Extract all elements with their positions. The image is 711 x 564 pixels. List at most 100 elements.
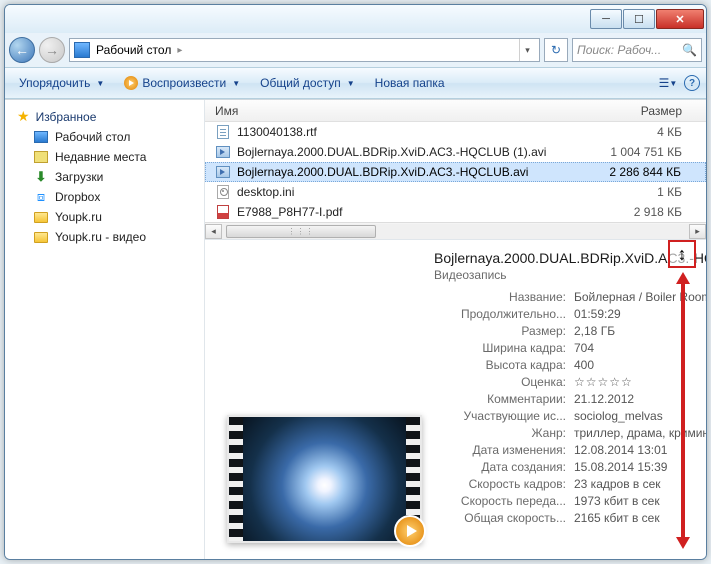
metadata-key: Размер:	[434, 324, 574, 338]
play-button[interactable]: Воспроизвести▼	[116, 71, 248, 95]
metadata-row: Высота кадра:400	[434, 356, 706, 373]
metadata-row: Оценка:☆☆☆☆☆	[434, 373, 706, 390]
nav-row: ← → Рабочий стол ▸ ▾ ↻ Поиск: Рабоч... 🔍	[5, 33, 706, 67]
main-pane: Имя Размер 1130040138.rtf 4 КБ Bojlernay…	[205, 100, 706, 559]
desktop-icon	[34, 131, 48, 143]
file-row[interactable]: 1130040138.rtf 4 КБ	[205, 122, 706, 142]
metadata-row: Участвующие ис...sociolog_melvas	[434, 407, 706, 424]
address-dropdown[interactable]: ▾	[519, 39, 535, 61]
details-type: Видеозапись	[434, 268, 706, 282]
metadata-key: Скорость кадров:	[434, 477, 574, 491]
sidebar-item-recent[interactable]: Недавние места	[5, 147, 204, 167]
view-options-button[interactable]: ☰ ▼	[656, 71, 680, 95]
metadata-key: Жанр:	[434, 426, 574, 440]
metadata-key: Название:	[434, 290, 574, 304]
forward-button[interactable]: →	[39, 37, 65, 63]
metadata-value[interactable]: 1973 кбит в сек	[574, 494, 660, 508]
metadata-key: Оценка:	[434, 375, 574, 389]
minimize-button[interactable]: ─	[590, 9, 622, 29]
metadata-value[interactable]: 23 кадров в сек	[574, 477, 661, 491]
file-row[interactable]: E7988_P8H77-I.pdf 2 918 КБ	[205, 202, 706, 222]
metadata-key: Дата изменения:	[434, 443, 574, 457]
maximize-button[interactable]: ☐	[623, 9, 655, 29]
sidebar: ★ Избранное Рабочий стол Недавние места …	[5, 100, 205, 559]
column-headers: Имя Размер	[205, 100, 706, 122]
refresh-button[interactable]: ↻	[544, 38, 568, 62]
file-row[interactable]: desktop.ini 1 КБ	[205, 182, 706, 202]
video-frame	[243, 417, 406, 541]
metadata-row: Жанр:триллер, драма, криминал	[434, 424, 706, 441]
help-button[interactable]: ?	[684, 75, 700, 91]
titlebar: ─ ☐ ✕	[5, 5, 706, 33]
details-title: Bojlernaya.2000.DUAL.BDRip.XviD.AC3.-HQC…	[434, 250, 706, 266]
sidebar-item-dropbox[interactable]: Dropbox	[5, 187, 204, 207]
metadata-value[interactable]: 704	[574, 341, 594, 355]
metadata-value[interactable]: 12.08.2014 13:01	[574, 443, 667, 457]
sidebar-item-desktop[interactable]: Рабочий стол	[5, 127, 204, 147]
metadata-key: Участвующие ис...	[434, 409, 574, 423]
metadata-row: Общая скорость...2165 кбит в сек	[434, 509, 706, 526]
explorer-window: ─ ☐ ✕ ← → Рабочий стол ▸ ▾ ↻ Поиск: Рабо…	[4, 4, 707, 560]
search-input[interactable]: Поиск: Рабоч... 🔍	[572, 38, 702, 62]
sidebar-item-downloads[interactable]: Загрузки	[5, 167, 204, 187]
chevron-right-icon[interactable]: ▸	[177, 45, 182, 56]
metadata-key: Ширина кадра:	[434, 341, 574, 355]
desktop-icon	[74, 42, 90, 58]
video-icon	[216, 146, 230, 158]
metadata-value[interactable]: 15.08.2014 15:39	[574, 460, 667, 474]
video-icon	[216, 166, 230, 178]
file-list: 1130040138.rtf 4 КБ Bojlernaya.2000.DUAL…	[205, 122, 706, 222]
metadata-key: Общая скорость...	[434, 511, 574, 525]
metadata-value[interactable]: 400	[574, 358, 594, 372]
play-icon	[124, 76, 138, 90]
share-button[interactable]: Общий доступ▼	[252, 71, 363, 95]
scroll-right-button[interactable]: ▸	[689, 224, 706, 239]
favorites-header[interactable]: ★ Избранное	[5, 106, 204, 127]
horizontal-scrollbar[interactable]: ◂ ⋮⋮⋮ ▸	[205, 222, 706, 239]
metadata-key: Скорость переда...	[434, 494, 574, 508]
metadata-value[interactable]: sociolog_melvas	[574, 409, 663, 423]
metadata-row: Дата создания:15.08.2014 15:39	[434, 458, 706, 475]
metadata-row: Дата изменения:12.08.2014 13:01	[434, 441, 706, 458]
sidebar-item-youpk[interactable]: Youpk.ru	[5, 207, 204, 227]
toolbar: Упорядочить▼ Воспроизвести▼ Общий доступ…	[5, 67, 706, 99]
search-placeholder: Поиск: Рабоч...	[577, 43, 661, 57]
video-thumbnail[interactable]	[227, 415, 422, 543]
address-text: Рабочий стол	[96, 43, 171, 57]
close-button[interactable]: ✕	[656, 9, 704, 29]
search-icon[interactable]: 🔍	[682, 43, 697, 57]
metadata-row: Комментарии:21.12.2012	[434, 390, 706, 407]
folder-icon	[34, 212, 48, 223]
back-button[interactable]: ←	[9, 37, 35, 63]
chevron-down-icon: ▼	[96, 79, 104, 88]
metadata-row: Скорость кадров:23 кадров в сек	[434, 475, 706, 492]
new-folder-button[interactable]: Новая папка	[367, 71, 453, 95]
scroll-left-button[interactable]: ◂	[205, 224, 222, 239]
metadata-value[interactable]: 21.12.2012	[574, 392, 634, 406]
download-icon	[33, 169, 49, 185]
column-name[interactable]: Имя	[211, 104, 606, 118]
chevron-down-icon: ▼	[232, 79, 240, 88]
address-bar[interactable]: Рабочий стол ▸ ▾	[69, 38, 540, 62]
resize-arrow-annotation	[678, 272, 688, 549]
star-icon: ★	[17, 108, 30, 125]
column-size[interactable]: Размер	[606, 104, 706, 118]
metadata-value[interactable]: 01:59:29	[574, 307, 621, 321]
file-row[interactable]: Bojlernaya.2000.DUAL.BDRip.XviD.AC3.-HQC…	[205, 142, 706, 162]
metadata-key: Высота кадра:	[434, 358, 574, 372]
preview-column	[219, 250, 422, 553]
sidebar-item-youpk-video[interactable]: Youpk.ru - видео	[5, 227, 204, 247]
rating-stars[interactable]: ☆☆☆☆☆	[574, 375, 633, 389]
metadata-value[interactable]: 2165 кбит в сек	[574, 511, 660, 525]
scroll-thumb[interactable]: ⋮⋮⋮	[226, 225, 376, 238]
metadata-key: Дата создания:	[434, 460, 574, 474]
folder-icon	[34, 232, 48, 243]
content-area: ★ Избранное Рабочий стол Недавние места …	[5, 99, 706, 559]
metadata-row: Размер:2,18 ГБ	[434, 322, 706, 339]
metadata-value[interactable]: 2,18 ГБ	[574, 324, 615, 338]
organize-button[interactable]: Упорядочить▼	[11, 71, 112, 95]
file-row-selected[interactable]: Bojlernaya.2000.DUAL.BDRip.XviD.AC3.-HQC…	[205, 162, 706, 182]
scroll-track[interactable]: ⋮⋮⋮	[222, 224, 689, 239]
recent-icon	[34, 151, 48, 163]
metadata-row: Продолжительно...01:59:29	[434, 305, 706, 322]
